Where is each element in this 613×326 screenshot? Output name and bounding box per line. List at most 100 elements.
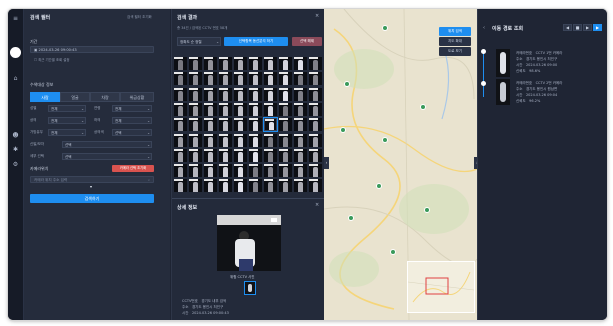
result-thumbnail[interactable] — [204, 179, 217, 193]
prev-button[interactable]: ◀ — [563, 24, 572, 31]
map-button[interactable]: 도로 보기 — [439, 47, 471, 56]
result-thumbnail[interactable] — [234, 102, 247, 116]
filter-select[interactable]: 전체 ⌄ — [48, 117, 86, 124]
next-button[interactable]: ▶ — [593, 24, 602, 31]
timeline-dot[interactable] — [481, 81, 486, 86]
result-thumbnail[interactable] — [279, 87, 292, 101]
result-thumbnail[interactable] — [264, 148, 277, 162]
result-thumbnail[interactable] — [294, 164, 307, 178]
result-thumbnail[interactable] — [264, 72, 277, 86]
result-thumbnail[interactable] — [174, 118, 187, 132]
result-thumbnail[interactable] — [294, 179, 307, 193]
filter-select[interactable]: 전체 ⌄ — [48, 129, 86, 136]
filter-select[interactable]: 선택 ⌄ — [62, 141, 152, 148]
camera-pin-icon[interactable] — [344, 81, 350, 87]
result-thumbnail[interactable] — [204, 118, 217, 132]
collapse-panel-handle[interactable]: ‹ — [324, 157, 329, 169]
result-thumbnail[interactable] — [279, 118, 292, 132]
close-icon[interactable]: × — [315, 13, 319, 19]
result-thumbnail[interactable] — [219, 57, 232, 70]
filter-select[interactable]: 선택 ⌄ — [112, 129, 152, 136]
result-thumbnail[interactable] — [204, 164, 217, 178]
result-thumbnail[interactable] — [189, 57, 202, 70]
result-thumbnail[interactable] — [279, 164, 292, 178]
camera-pin-icon[interactable] — [382, 25, 388, 31]
route-photo[interactable] — [496, 49, 510, 77]
result-thumbnail[interactable] — [294, 57, 307, 70]
home-icon[interactable]: ⌂ — [12, 75, 19, 82]
result-thumbnail[interactable] — [309, 118, 322, 132]
map-button[interactable]: 지도 확대 — [439, 37, 471, 46]
camera-pin-icon[interactable] — [382, 137, 388, 143]
result-thumbnail[interactable] — [219, 87, 232, 101]
result-thumbnail[interactable] — [219, 118, 232, 132]
result-thumbnail[interactable] — [249, 57, 262, 70]
result-thumbnail[interactable] — [309, 179, 322, 193]
tab-face[interactable]: 얼굴 — [60, 92, 90, 102]
result-thumbnail[interactable] — [249, 164, 262, 178]
result-thumbnail[interactable] — [249, 179, 262, 193]
result-thumbnail[interactable] — [309, 102, 322, 116]
result-thumbnail[interactable] — [279, 57, 292, 70]
result-thumbnail[interactable] — [189, 87, 202, 101]
result-thumbnail[interactable] — [219, 133, 232, 147]
gear-icon[interactable]: ⚙ — [12, 161, 19, 168]
result-thumbnail[interactable] — [189, 148, 202, 162]
map-view[interactable]: 위치 검색 지도 확대 도로 보기 › ‹ — [324, 9, 477, 320]
result-thumbnail[interactable] — [294, 148, 307, 162]
result-thumbnail[interactable] — [204, 57, 217, 70]
result-thumbnail[interactable] — [219, 179, 232, 193]
result-thumbnail[interactable] — [279, 72, 292, 86]
result-thumbnail[interactable] — [263, 117, 278, 133]
result-thumbnail[interactable] — [279, 179, 292, 193]
result-thumbnail[interactable] — [219, 72, 232, 86]
result-thumbnail[interactable] — [309, 133, 322, 147]
result-thumbnail[interactable] — [234, 179, 247, 193]
result-thumbnail[interactable] — [219, 102, 232, 116]
result-thumbnail[interactable] — [249, 102, 262, 116]
result-thumbnail[interactable] — [219, 164, 232, 178]
result-thumbnail[interactable] — [264, 179, 277, 193]
cancel-selection-button[interactable]: 선택 해제 — [292, 37, 322, 46]
result-thumbnail[interactable] — [279, 148, 292, 162]
result-thumbnail[interactable] — [174, 148, 187, 162]
result-thumbnail[interactable] — [234, 164, 247, 178]
user-icon[interactable]: ☻ — [12, 132, 19, 139]
camera-reset-button[interactable]: 카메라 선택 초기화 — [112, 165, 154, 172]
chevron-down-icon[interactable]: ▾ — [90, 184, 92, 189]
play-button[interactable]: ▶ — [583, 24, 592, 31]
result-thumbnail[interactable] — [294, 118, 307, 132]
result-thumbnail[interactable] — [234, 148, 247, 162]
result-thumbnail[interactable] — [309, 87, 322, 101]
result-thumbnail[interactable] — [174, 72, 187, 86]
search-button[interactable]: 검색하기 — [30, 194, 154, 203]
result-thumbnail[interactable] — [204, 133, 217, 147]
result-thumbnail[interactable] — [174, 164, 187, 178]
result-thumbnail[interactable] — [264, 102, 277, 116]
close-icon[interactable]: × — [315, 202, 319, 208]
result-thumbnail[interactable] — [294, 102, 307, 116]
tab-emergency[interactable]: 위급상황 — [120, 92, 154, 102]
settings-icon[interactable]: ✱ — [12, 146, 19, 153]
tab-vehicle[interactable]: 차량 — [90, 92, 120, 102]
map-button[interactable]: 위치 검색 — [439, 27, 471, 36]
result-thumbnail[interactable] — [309, 57, 322, 70]
result-thumbnail[interactable] — [309, 148, 322, 162]
result-thumbnail[interactable] — [249, 87, 262, 101]
result-thumbnail[interactable] — [174, 179, 187, 193]
result-thumbnail[interactable] — [204, 102, 217, 116]
result-thumbnail[interactable] — [234, 133, 247, 147]
result-thumbnail[interactable] — [234, 57, 247, 70]
result-thumbnail[interactable] — [294, 72, 307, 86]
camera-pin-icon[interactable] — [390, 249, 396, 255]
result-thumbnail[interactable] — [234, 72, 247, 86]
result-thumbnail[interactable] — [309, 72, 322, 86]
result-thumbnail[interactable] — [204, 72, 217, 86]
result-thumbnail[interactable] — [204, 87, 217, 101]
detail-photo[interactable] — [217, 215, 281, 271]
reset-filter-link[interactable]: 검색 필터 초기화 — [127, 15, 152, 20]
result-thumbnail[interactable] — [294, 133, 307, 147]
result-thumbnail[interactable] — [294, 87, 307, 101]
filter-select[interactable]: 전체 ⌄ — [112, 117, 152, 124]
result-thumbnail[interactable] — [234, 87, 247, 101]
